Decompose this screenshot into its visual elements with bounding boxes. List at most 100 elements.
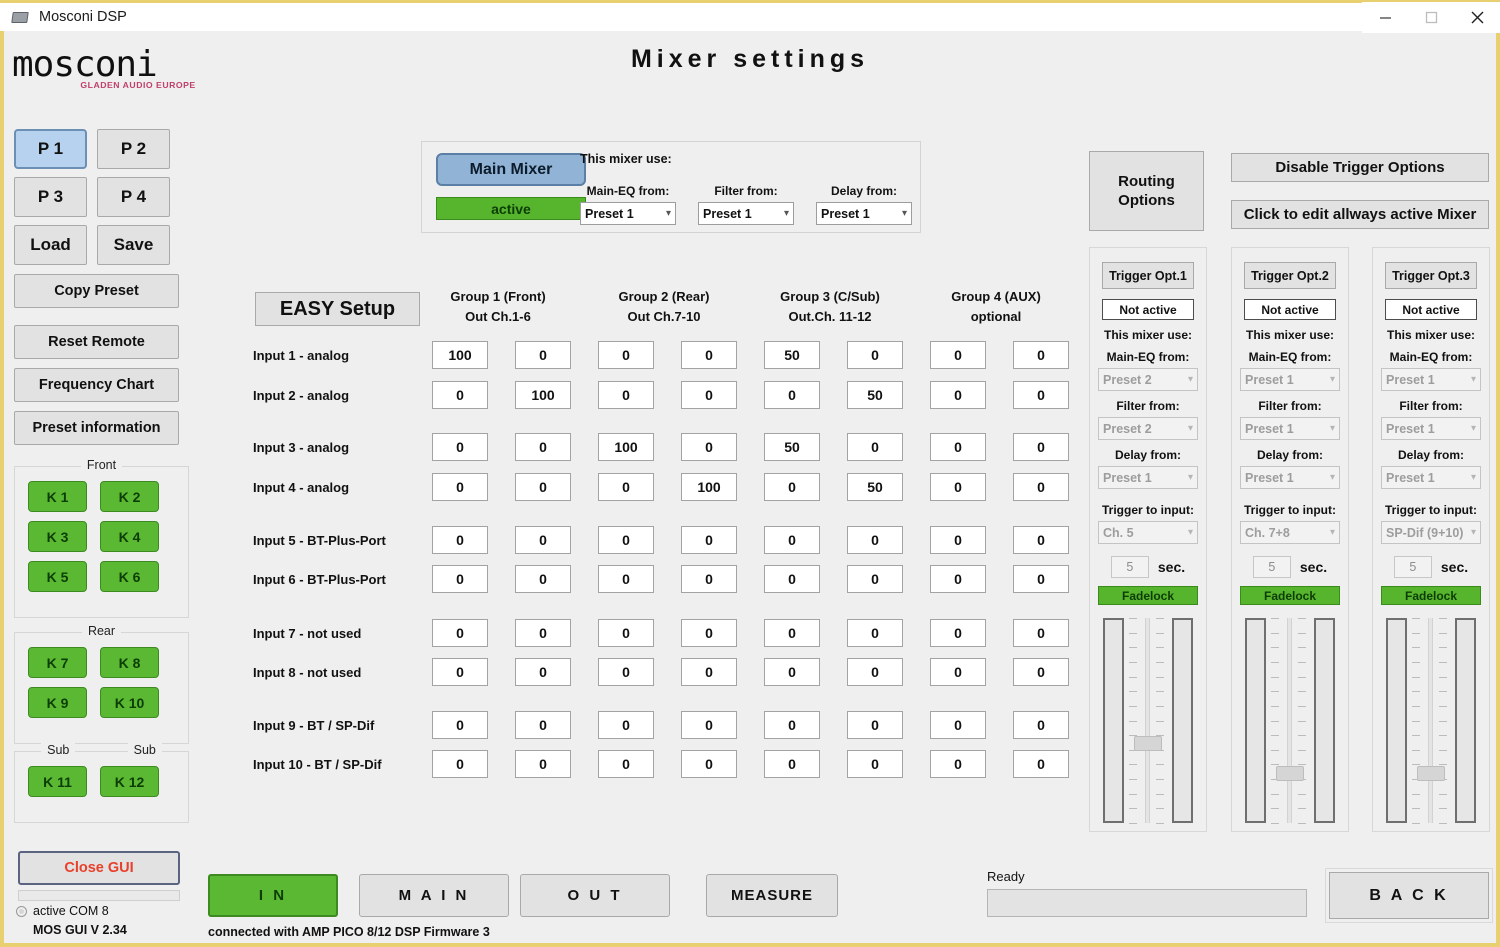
matrix-cell-r1-c1[interactable]: 100 [432, 341, 488, 369]
matrix-cell-r9-c5[interactable]: 0 [764, 711, 820, 739]
matrix-cell-r3-c2[interactable]: 0 [515, 433, 571, 461]
matrix-cell-r1-c8[interactable]: 0 [1013, 341, 1069, 369]
trigger-opt-button-2[interactable]: Trigger Opt.2 [1244, 262, 1336, 289]
disable-trigger-options-button[interactable]: Disable Trigger Options [1231, 153, 1489, 182]
matrix-cell-r1-c7[interactable]: 0 [930, 341, 986, 369]
save-button[interactable]: Save [97, 225, 170, 265]
channel-button-k7[interactable]: K 7 [28, 647, 87, 678]
matrix-cell-r5-c7[interactable]: 0 [930, 526, 986, 554]
matrix-cell-r10-c3[interactable]: 0 [598, 750, 654, 778]
trigger-seconds-input-3[interactable]: 5 [1393, 556, 1432, 578]
matrix-cell-r2-c1[interactable]: 0 [432, 381, 488, 409]
matrix-cell-r2-c4[interactable]: 0 [681, 381, 737, 409]
matrix-cell-r7-c4[interactable]: 0 [681, 619, 737, 647]
filter-from-select[interactable]: Preset 1 ▾ [698, 202, 794, 225]
matrix-cell-r9-c4[interactable]: 0 [681, 711, 737, 739]
matrix-cell-r6-c4[interactable]: 0 [681, 565, 737, 593]
close-gui-button[interactable]: Close GUI [18, 851, 180, 885]
matrix-cell-r8-c1[interactable]: 0 [432, 658, 488, 686]
matrix-cell-r5-c4[interactable]: 0 [681, 526, 737, 554]
matrix-cell-r3-c7[interactable]: 0 [930, 433, 986, 461]
trigger-seconds-input-1[interactable]: 5 [1110, 556, 1149, 578]
matrix-cell-r2-c7[interactable]: 0 [930, 381, 986, 409]
matrix-cell-r8-c8[interactable]: 0 [1013, 658, 1069, 686]
matrix-cell-r6-c2[interactable]: 0 [515, 565, 571, 593]
matrix-cell-r9-c7[interactable]: 0 [930, 711, 986, 739]
matrix-cell-r9-c2[interactable]: 0 [515, 711, 571, 739]
matrix-cell-r9-c1[interactable]: 0 [432, 711, 488, 739]
matrix-cell-r4-c3[interactable]: 0 [598, 473, 654, 501]
fadelock-button-1[interactable]: Fadelock [1098, 586, 1198, 605]
trigger-1-select-1[interactable]: Preset 2 ▾ [1098, 368, 1198, 391]
matrix-cell-r8-c3[interactable]: 0 [598, 658, 654, 686]
channel-button-k1[interactable]: K 1 [28, 481, 87, 512]
matrix-cell-r3-c6[interactable]: 0 [847, 433, 903, 461]
trigger-input-select-3[interactable]: SP-Dif (9+10) ▾ [1381, 521, 1481, 544]
main-mixer-button[interactable]: Main Mixer [436, 153, 586, 186]
matrix-cell-r6-c6[interactable]: 0 [847, 565, 903, 593]
back-button[interactable]: B A C K [1329, 872, 1489, 919]
trigger-input-select-2[interactable]: Ch. 7+8 ▾ [1240, 521, 1340, 544]
matrix-cell-r6-c1[interactable]: 0 [432, 565, 488, 593]
matrix-cell-r3-c8[interactable]: 0 [1013, 433, 1069, 461]
matrix-cell-r4-c5[interactable]: 0 [764, 473, 820, 501]
trigger-slider-track-1[interactable] [1145, 618, 1150, 823]
matrix-cell-r1-c6[interactable]: 0 [847, 341, 903, 369]
matrix-cell-r9-c8[interactable]: 0 [1013, 711, 1069, 739]
trigger-1-select-2[interactable]: Preset 2 ▾ [1098, 417, 1198, 440]
trigger-slider-thumb-1[interactable] [1134, 736, 1162, 751]
trigger-1-select-3[interactable]: Preset 1 ▾ [1098, 466, 1198, 489]
matrix-cell-r9-c6[interactable]: 0 [847, 711, 903, 739]
matrix-cell-r8-c5[interactable]: 0 [764, 658, 820, 686]
matrix-cell-r4-c6[interactable]: 50 [847, 473, 903, 501]
channel-button-k8[interactable]: K 8 [100, 647, 159, 678]
matrix-cell-r4-c8[interactable]: 0 [1013, 473, 1069, 501]
trigger-slider-thumb-2[interactable] [1276, 766, 1304, 781]
matrix-cell-r6-c8[interactable]: 0 [1013, 565, 1069, 593]
matrix-cell-r2-c3[interactable]: 0 [598, 381, 654, 409]
matrix-cell-r10-c2[interactable]: 0 [515, 750, 571, 778]
matrix-cell-r6-c5[interactable]: 0 [764, 565, 820, 593]
matrix-cell-r8-c6[interactable]: 0 [847, 658, 903, 686]
trigger-2-select-3[interactable]: Preset 1 ▾ [1240, 466, 1340, 489]
matrix-cell-r10-c1[interactable]: 0 [432, 750, 488, 778]
matrix-cell-r7-c7[interactable]: 0 [930, 619, 986, 647]
easy-setup-button[interactable]: EASY Setup [255, 292, 420, 326]
preset-button-p4[interactable]: P 4 [97, 177, 170, 217]
matrix-cell-r7-c1[interactable]: 0 [432, 619, 488, 647]
trigger-seconds-input-2[interactable]: 5 [1252, 556, 1291, 578]
trigger-3-select-1[interactable]: Preset 1 ▾ [1381, 368, 1481, 391]
matrix-cell-r5-c6[interactable]: 0 [847, 526, 903, 554]
trigger-2-select-2[interactable]: Preset 1 ▾ [1240, 417, 1340, 440]
trigger-opt-button-1[interactable]: Trigger Opt.1 [1102, 262, 1194, 289]
matrix-cell-r9-c3[interactable]: 0 [598, 711, 654, 739]
load-button[interactable]: Load [14, 225, 87, 265]
maximize-icon[interactable] [1408, 1, 1454, 33]
trigger-3-select-3[interactable]: Preset 1 ▾ [1381, 466, 1481, 489]
matrix-cell-r2-c8[interactable]: 0 [1013, 381, 1069, 409]
preset-button-p1[interactable]: P 1 [14, 129, 87, 169]
preset-button-p3[interactable]: P 3 [14, 177, 87, 217]
matrix-cell-r6-c3[interactable]: 0 [598, 565, 654, 593]
channel-button-k6[interactable]: K 6 [100, 561, 159, 592]
frequency-chart-button[interactable]: Frequency Chart [14, 368, 179, 402]
minimize-icon[interactable] [1362, 1, 1408, 33]
matrix-cell-r10-c5[interactable]: 0 [764, 750, 820, 778]
channel-button-k4[interactable]: K 4 [100, 521, 159, 552]
measure-button[interactable]: MEASURE [706, 874, 838, 917]
matrix-cell-r3-c1[interactable]: 0 [432, 433, 488, 461]
matrix-cell-r8-c7[interactable]: 0 [930, 658, 986, 686]
matrix-cell-r5-c8[interactable]: 0 [1013, 526, 1069, 554]
matrix-cell-r4-c7[interactable]: 0 [930, 473, 986, 501]
matrix-cell-r3-c5[interactable]: 50 [764, 433, 820, 461]
matrix-cell-r7-c5[interactable]: 0 [764, 619, 820, 647]
matrix-cell-r3-c4[interactable]: 0 [681, 433, 737, 461]
trigger-slider-track-2[interactable] [1287, 618, 1292, 823]
channel-button-k12[interactable]: K 12 [100, 766, 159, 797]
matrix-cell-r2-c6[interactable]: 50 [847, 381, 903, 409]
nav-button-main[interactable]: M A I N [359, 874, 509, 917]
main-eq-from-select[interactable]: Preset 1 ▾ [580, 202, 676, 225]
trigger-2-select-1[interactable]: Preset 1 ▾ [1240, 368, 1340, 391]
matrix-cell-r1-c2[interactable]: 0 [515, 341, 571, 369]
channel-button-k5[interactable]: K 5 [28, 561, 87, 592]
